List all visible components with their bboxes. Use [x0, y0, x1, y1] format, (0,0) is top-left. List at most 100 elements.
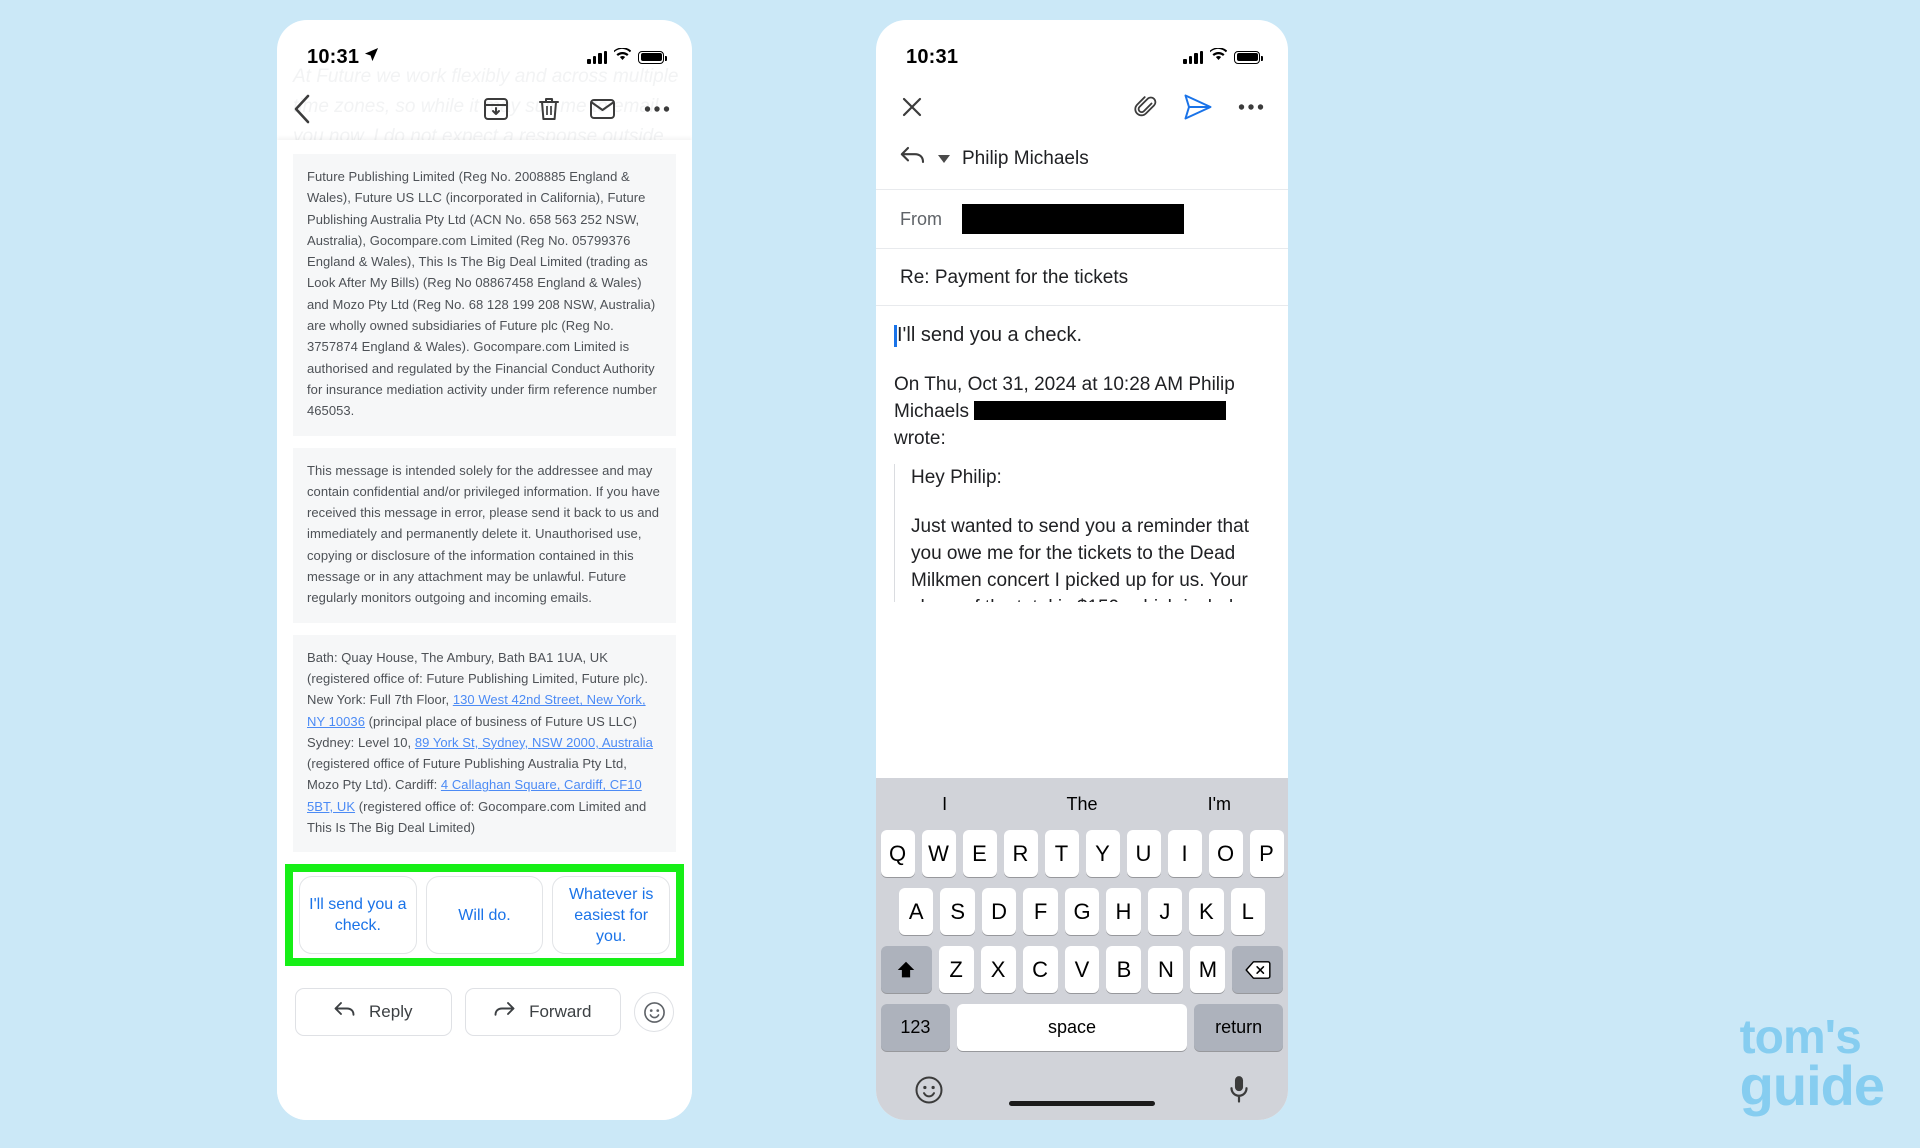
right-status-time-group: 10:31	[906, 46, 958, 69]
key-y[interactable]: Y	[1085, 830, 1120, 877]
prediction-3[interactable]: I'm	[1151, 794, 1288, 815]
key-s[interactable]: S	[940, 888, 975, 935]
right-status-bar: 10:31	[876, 20, 1288, 78]
key-u[interactable]: U	[1126, 830, 1161, 877]
draft-body-text: I'll send you a check.	[897, 324, 1083, 346]
compose-body[interactable]: I'll send you a check. On Thu, Oct 31, 2…	[876, 306, 1288, 602]
key-r[interactable]: R	[1003, 830, 1038, 877]
key-l[interactable]: L	[1230, 888, 1265, 935]
quote-sender-email-redacted	[974, 401, 1227, 420]
archive-icon[interactable]	[483, 96, 509, 122]
prediction-1[interactable]: I	[876, 794, 1013, 815]
attachment-icon[interactable]	[1134, 95, 1158, 119]
email-body-scroll[interactable]: Future Publishing Limited (Reg No. 20088…	[277, 140, 692, 1120]
back-button[interactable]	[291, 93, 313, 125]
keyboard-row-4: 123 space return	[876, 1004, 1288, 1062]
quoted-message: Hey Philip: Just wanted to send you a re…	[894, 464, 1270, 602]
subject-field[interactable]: Re: Payment for the tickets	[876, 249, 1288, 306]
status-time-group: 10:31	[307, 46, 379, 69]
key-k[interactable]: K	[1189, 888, 1224, 935]
emoji-reaction-icon[interactable]	[634, 992, 674, 1033]
location-arrow-icon	[364, 45, 379, 68]
key-e[interactable]: E	[962, 830, 997, 877]
microphone-icon[interactable]	[1228, 1075, 1250, 1112]
smart-reply-option-2[interactable]: Will do.	[425, 876, 544, 955]
key-z[interactable]: Z	[938, 946, 974, 993]
onscreen-keyboard: I The I'm Q W E R T Y U I O P A S D F G …	[876, 778, 1288, 1120]
key-v[interactable]: V	[1064, 946, 1100, 993]
shift-icon[interactable]	[881, 946, 932, 993]
wifi-icon	[613, 47, 632, 66]
mark-unread-icon[interactable]	[589, 97, 616, 121]
cellular-signal-icon	[1183, 50, 1203, 64]
key-q[interactable]: Q	[880, 830, 915, 877]
mail-toolbar	[277, 78, 692, 140]
key-d[interactable]: D	[981, 888, 1017, 935]
key-m[interactable]: M	[1190, 946, 1226, 993]
key-t[interactable]: T	[1044, 830, 1079, 877]
text-cursor	[894, 325, 897, 347]
reply-arrow-icon	[900, 146, 926, 171]
key-b[interactable]: B	[1106, 946, 1142, 993]
key-w[interactable]: W	[921, 830, 956, 877]
keyboard-row-2: A S D F G H J K L	[876, 888, 1288, 946]
email-action-bar: Reply Forward	[277, 966, 692, 1037]
mail-toolbar-actions	[483, 96, 670, 122]
legal-block-1: Future Publishing Limited (Reg No. 20088…	[293, 154, 676, 436]
numbers-key[interactable]: 123	[881, 1004, 950, 1051]
home-indicator-right	[1009, 1101, 1155, 1106]
key-o[interactable]: O	[1208, 830, 1243, 877]
left-status-bar: 10:31	[277, 20, 692, 78]
from-row[interactable]: From	[876, 190, 1288, 249]
quoted-line-2: Just wanted to send you a reminder that …	[911, 516, 1253, 602]
send-icon[interactable]	[1184, 94, 1212, 120]
address-link-sydney[interactable]: 89 York St, Sydney, NSW 2000, Australia	[415, 735, 653, 750]
key-c[interactable]: C	[1022, 946, 1058, 993]
more-options-icon[interactable]	[644, 105, 670, 113]
smart-reply-option-3[interactable]: Whatever is easiest for you.	[552, 876, 671, 955]
right-phone-screen: 10:31 Philip Michaels From Re: Payment f…	[876, 20, 1288, 1120]
status-indicators	[587, 47, 667, 66]
from-label: From	[900, 208, 942, 229]
smart-reply-option-1[interactable]: I'll send you a check.	[299, 876, 417, 955]
key-x[interactable]: X	[980, 946, 1016, 993]
right-status-indicators	[1183, 47, 1263, 66]
address-part-4: (registered office of: Gocompare.com Lim…	[307, 798, 647, 836]
from-address-redacted	[962, 204, 1184, 234]
backspace-icon[interactable]	[1232, 946, 1284, 993]
forward-arrow-icon	[494, 1001, 515, 1023]
keyboard-row-1: Q W E R T Y U I O P	[876, 830, 1288, 888]
prediction-2[interactable]: The	[1013, 794, 1150, 815]
quote-header-after: wrote:	[894, 428, 946, 449]
more-options-icon[interactable]	[1238, 103, 1264, 111]
reply-button-label: Reply	[369, 1002, 413, 1022]
key-j[interactable]: J	[1147, 888, 1183, 935]
space-key[interactable]: space	[956, 1004, 1188, 1051]
battery-icon	[638, 50, 667, 64]
emoji-icon[interactable]	[914, 1075, 944, 1112]
chevron-down-icon[interactable]	[938, 154, 950, 163]
draft-body-text-line: I'll send you a check.	[894, 324, 1270, 347]
key-g[interactable]: G	[1064, 888, 1100, 935]
key-h[interactable]: H	[1106, 888, 1141, 935]
screenshot-stage: 10:31 At Future we work flexibly and acr…	[0, 0, 1920, 1148]
key-i[interactable]: I	[1167, 830, 1202, 877]
return-key[interactable]: return	[1194, 1004, 1283, 1051]
reply-button[interactable]: Reply	[295, 988, 452, 1037]
compose-toolbar-actions	[1134, 94, 1264, 120]
key-f[interactable]: F	[1023, 888, 1058, 935]
close-icon[interactable]	[900, 95, 924, 119]
forward-button[interactable]: Forward	[464, 988, 621, 1037]
reply-recipient-name: Philip Michaels	[962, 147, 1089, 169]
legal-block-2: This message is intended solely for the …	[293, 447, 676, 623]
predictive-text-bar: I The I'm	[876, 778, 1288, 830]
quote-header: On Thu, Oct 31, 2024 at 10:28 AM Philip …	[894, 371, 1270, 452]
key-n[interactable]: N	[1148, 946, 1184, 993]
watermark-line-2: guide	[1739, 1054, 1885, 1118]
legal-block-addresses: Bath: Quay House, The Ambury, Bath BA1 1…	[293, 634, 676, 853]
trash-icon[interactable]	[537, 96, 561, 122]
key-p[interactable]: P	[1249, 830, 1284, 877]
reply-recipient-row[interactable]: Philip Michaels	[876, 130, 1288, 190]
key-a[interactable]: A	[899, 888, 934, 935]
reply-arrow-icon	[334, 1001, 355, 1023]
